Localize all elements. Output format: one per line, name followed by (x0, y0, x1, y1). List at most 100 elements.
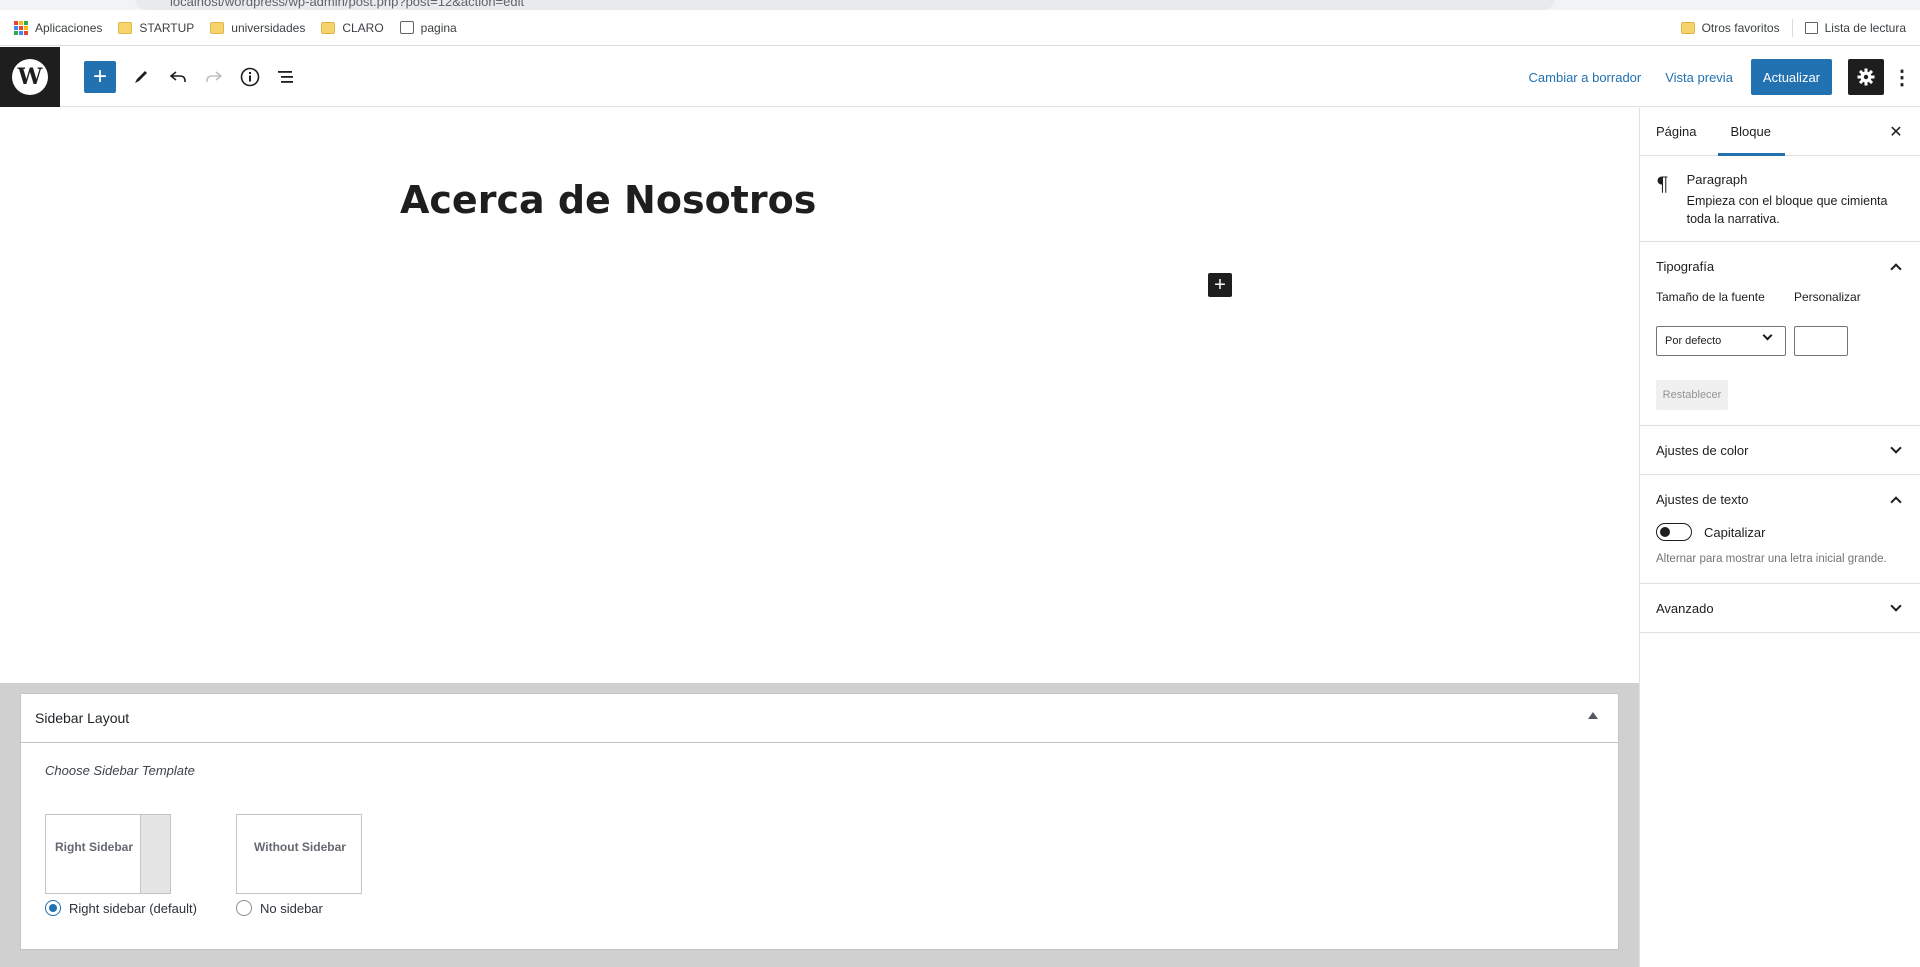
bookmark-label: STARTUP (139, 20, 195, 35)
undo-button[interactable] (162, 61, 194, 93)
address-bar-text: localhost/wordpress/wp-admin/post.php?po… (170, 0, 525, 9)
drop-cap-help: Alternar para mostrar una letra inicial … (1656, 553, 1887, 565)
reading-list[interactable]: Lista de lectura (1797, 14, 1914, 42)
bookmark-startup[interactable]: STARTUP (110, 14, 202, 42)
font-size-select-value: Por defecto (1665, 335, 1722, 347)
panel-title: Avanzado (1656, 600, 1714, 616)
tools-button[interactable] (125, 61, 157, 93)
info-icon (240, 67, 260, 87)
bookmark-label: universidades (231, 20, 306, 35)
chevron-up-icon (1890, 263, 1902, 275)
post-title[interactable]: Acerca de Nosotros (400, 178, 816, 222)
paragraph-icon: ¶ (1656, 172, 1669, 196)
wordpress-icon: W (12, 59, 48, 95)
drop-cap-toggle[interactable] (1656, 523, 1692, 541)
typography-panel: Tipografía Tamaño de la fuente Personali… (1640, 242, 1920, 426)
editor-header: W + Cambiar a borrador Vista previa Actu… (0, 47, 1920, 107)
bookmark-label: Aplicaciones (35, 20, 103, 35)
metabox-header[interactable]: Sidebar Layout (21, 694, 1618, 743)
collapse-arrow-icon[interactable] (1588, 712, 1598, 719)
bookmark-claro[interactable]: CLARO (313, 14, 391, 42)
close-icon: ✕ (1889, 124, 1903, 141)
add-block-button[interactable]: + (84, 61, 116, 93)
bookmarks-right: Otros favoritos Lista de lectura (1673, 10, 1920, 46)
radio-button[interactable] (236, 900, 252, 916)
reset-button[interactable]: Restablecer (1656, 380, 1728, 410)
template-right-sidebar[interactable]: Right Sidebar (45, 814, 171, 894)
options-button[interactable]: ⋮ (1884, 59, 1920, 95)
list-view-button[interactable] (270, 61, 302, 93)
folder-icon (1680, 22, 1695, 34)
plus-icon: + (1214, 274, 1226, 296)
metaboxes-area: Sidebar Layout Choose Sidebar Template R… (0, 683, 1639, 967)
chevron-down-icon (1890, 600, 1902, 612)
folder-icon (210, 21, 225, 34)
sidebar-tabs: Página Bloque ✕ (1640, 108, 1920, 156)
reading-list-icon (1804, 22, 1818, 34)
chevron-down-icon (1762, 330, 1773, 341)
font-size-label: Tamaño de la fuente (1656, 290, 1765, 304)
template-card-label: Without Sidebar (254, 840, 346, 854)
radio-label: Right sidebar (default) (69, 900, 197, 916)
redo-button[interactable] (198, 61, 230, 93)
apps-grid-icon (14, 20, 28, 35)
text-settings-body: Capitalizar Alternar para mostrar una le… (1640, 523, 1920, 583)
radio-label: No sidebar (260, 900, 323, 916)
bookmark-pagina[interactable]: pagina (392, 14, 465, 42)
settings-sidebar: Página Bloque ✕ ¶ Paragraph Empieza con … (1639, 108, 1920, 967)
list-view-icon (278, 71, 293, 83)
bookmark-universidades[interactable]: universidades (202, 14, 313, 42)
sidebar-preview-strip (140, 815, 170, 893)
more-vertical-icon: ⋮ (1892, 66, 1912, 89)
sidebar-layout-metabox: Sidebar Layout Choose Sidebar Template R… (20, 693, 1619, 950)
wordpress-logo-button[interactable]: W (0, 47, 60, 107)
browser-toolbar: localhost/wordpress/wp-admin/post.php?po… (0, 0, 1920, 10)
radio-no-sidebar[interactable]: No sidebar (236, 900, 323, 916)
folder-icon (118, 21, 133, 34)
switch-to-draft-button[interactable]: Cambiar a borrador (1517, 70, 1654, 85)
update-button[interactable]: Actualizar (1750, 59, 1832, 95)
editor-canvas[interactable]: Acerca de Nosotros + (0, 108, 1639, 683)
redo-icon (206, 71, 223, 82)
undo-icon (169, 71, 186, 82)
settings-button[interactable] (1848, 59, 1884, 95)
custom-font-size-input[interactable] (1794, 326, 1848, 356)
bookmark-label: CLARO (342, 20, 384, 35)
color-settings-toggle[interactable]: Ajustes de color (1640, 426, 1920, 474)
choose-template-label: Choose Sidebar Template (45, 763, 195, 778)
text-settings-toggle[interactable]: Ajustes de texto (1640, 475, 1920, 523)
chevron-up-icon (1890, 496, 1902, 508)
text-settings-panel: Ajustes de texto Capitalizar Alternar pa… (1640, 475, 1920, 584)
bookmark-other-favorites[interactable]: Otros favoritos (1673, 14, 1788, 42)
details-button[interactable] (234, 61, 266, 93)
block-inserter-button[interactable]: + (1208, 273, 1232, 297)
metabox-body: Choose Sidebar Template Right Sidebar Wi… (21, 743, 1618, 950)
plus-icon: + (92, 63, 107, 90)
color-settings-panel: Ajustes de color (1640, 426, 1920, 475)
bookmark-apps[interactable]: Aplicaciones (6, 14, 110, 42)
preview-button[interactable]: Vista previa (1653, 70, 1745, 85)
drop-cap-row: Capitalizar (1656, 523, 1904, 541)
template-card-label: Right Sidebar (54, 840, 133, 854)
advanced-toggle[interactable]: Avanzado (1640, 584, 1920, 632)
bookmark-label: Lista de lectura (1824, 21, 1906, 35)
close-sidebar-button[interactable]: ✕ (1886, 122, 1906, 142)
block-description: Empieza con el bloque que cimienta toda … (1686, 194, 1888, 226)
folder-icon (321, 21, 336, 34)
drop-cap-label: Capitalizar (1704, 524, 1766, 540)
block-card: ¶ Paragraph Empieza con el bloque que ci… (1640, 156, 1920, 242)
font-size-select[interactable]: Por defecto (1656, 326, 1786, 356)
radio-right-sidebar[interactable]: Right sidebar (default) (45, 900, 197, 916)
tab-page[interactable]: Página (1656, 108, 1696, 155)
bookmark-label: pagina (420, 20, 457, 35)
radio-button[interactable] (45, 900, 61, 916)
panel-title: Tipografía (1656, 258, 1715, 274)
advanced-panel: Avanzado (1640, 584, 1920, 633)
page-icon (399, 21, 414, 34)
bookmarks-bar: Aplicaciones STARTUP universidades CLARO… (0, 10, 1920, 46)
template-no-sidebar[interactable]: Without Sidebar (236, 814, 362, 894)
typography-panel-toggle[interactable]: Tipografía (1640, 242, 1920, 290)
bookmark-label: Otros favoritos (1701, 21, 1780, 35)
tab-block[interactable]: Bloque (1718, 108, 1786, 156)
panel-title: Ajustes de texto (1656, 491, 1749, 507)
